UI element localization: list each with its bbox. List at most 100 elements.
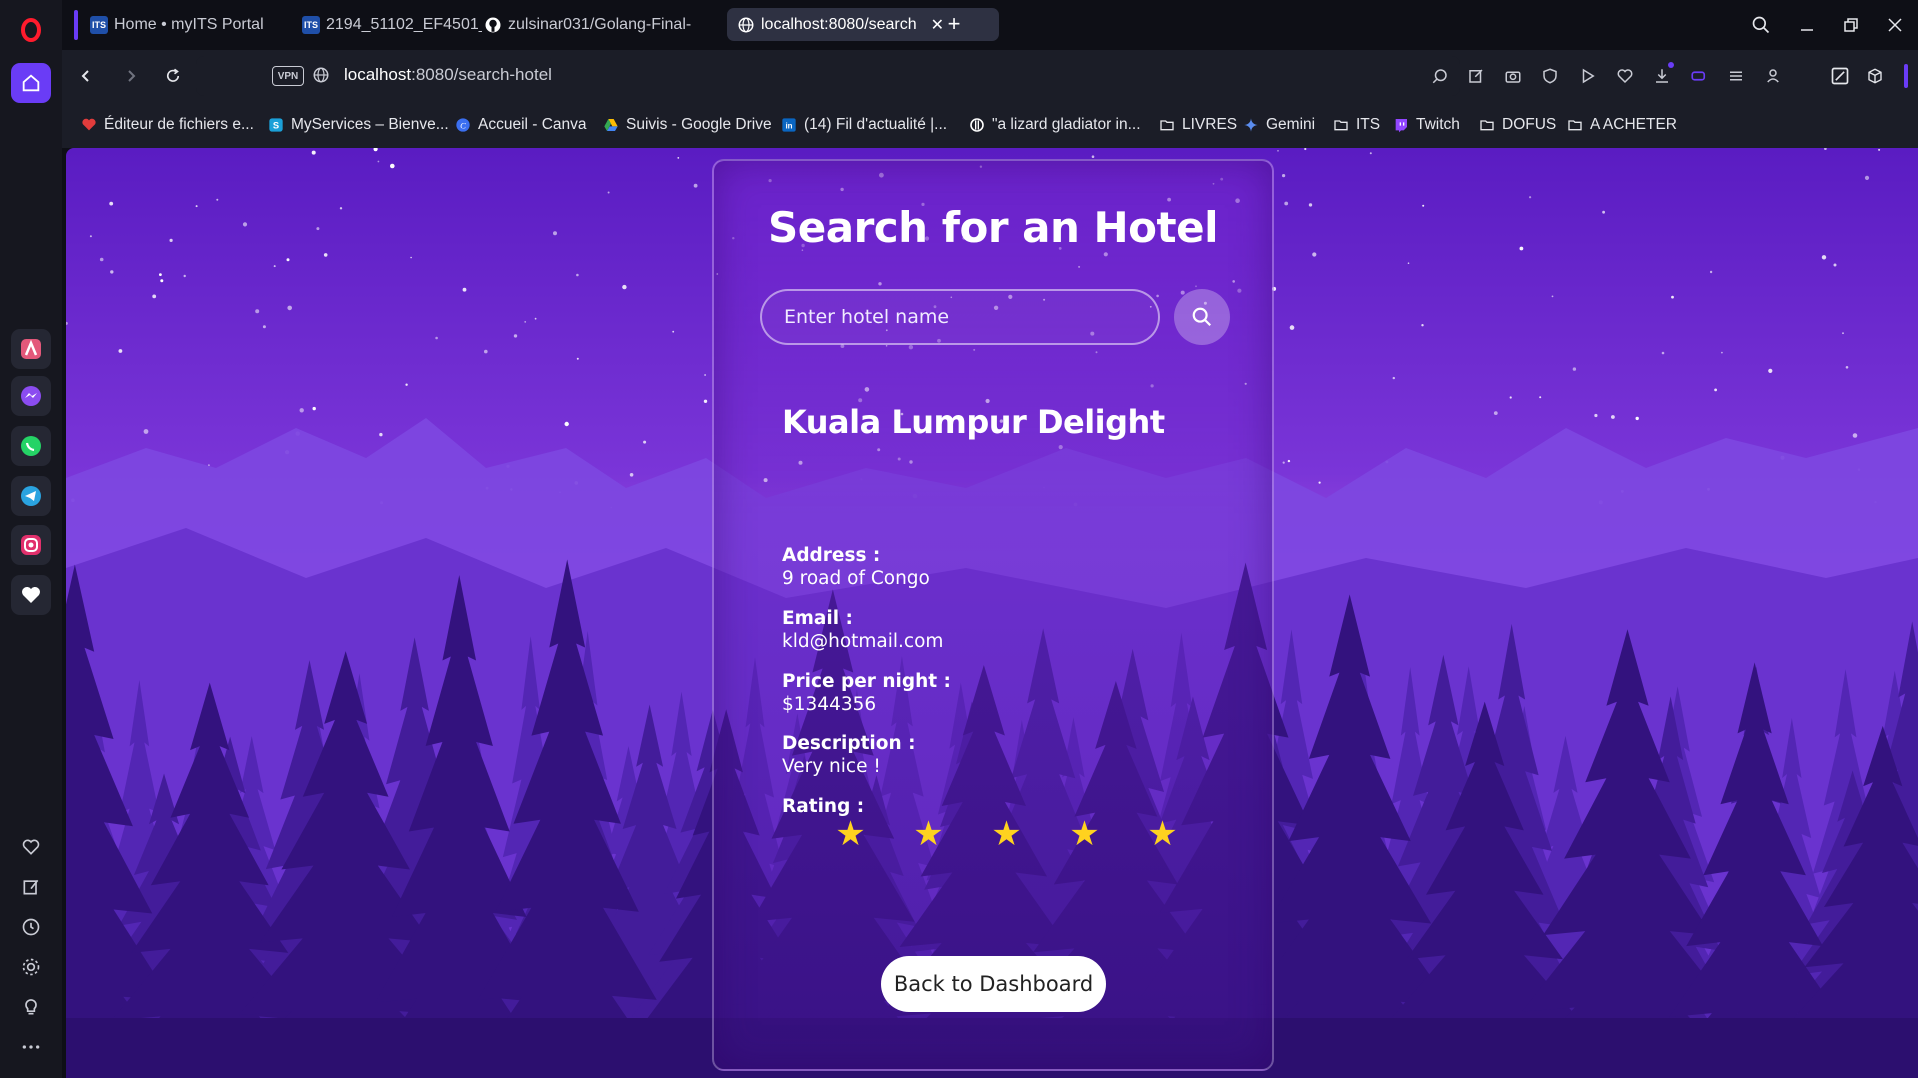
- hotel-search-input[interactable]: [760, 289, 1160, 345]
- search-button[interactable]: [1174, 289, 1230, 345]
- svg-text:C: C: [460, 120, 466, 130]
- bookmark-item[interactable]: DOFUS: [1478, 115, 1556, 135]
- messenger-icon[interactable]: [11, 376, 51, 416]
- whatsapp-icon[interactable]: [11, 426, 51, 466]
- folder-icon: [1332, 116, 1350, 134]
- bookmark-label: DOFUS: [1502, 116, 1557, 133]
- bookmark-label: "a lizard gladiator in...: [992, 116, 1141, 133]
- vk-heart-icon[interactable]: [11, 575, 51, 615]
- bookmark-item[interactable]: Twitch: [1392, 115, 1460, 135]
- star-icon: ★: [1069, 815, 1100, 853]
- vpn-badge[interactable]: VPN: [272, 66, 304, 86]
- profile-icon[interactable]: [1761, 64, 1785, 88]
- tab-course[interactable]: ITS 2194_51102_EF4501_Pemr: [292, 8, 482, 41]
- extensions-cube-icon[interactable]: [1863, 64, 1887, 88]
- gemini-icon: [1242, 116, 1260, 134]
- restore-icon[interactable]: [1836, 10, 1866, 40]
- star-icon: ★: [1147, 815, 1178, 853]
- back-arrow-icon[interactable]: [72, 62, 100, 90]
- canva-icon: C: [454, 116, 472, 134]
- folder-icon: [1566, 116, 1584, 134]
- sidebar-toggle-indicator[interactable]: [1904, 64, 1908, 88]
- favorites-heart-icon[interactable]: [19, 835, 43, 859]
- tab-myits-home[interactable]: ITS Home • myITS Portal: [80, 8, 270, 41]
- bookmark-item[interactable]: Éditeur de fichiers e...: [80, 115, 254, 135]
- url-text[interactable]: localhost:8080/search-hotel: [344, 65, 552, 85]
- page-title: Search for an Hotel: [768, 203, 1219, 252]
- bookmark-item[interactable]: C Accueil - Canva: [454, 115, 587, 135]
- description-label: Description :: [782, 733, 916, 754]
- opera-logo-icon[interactable]: [13, 12, 49, 48]
- tab-search-icon[interactable]: [1746, 10, 1776, 40]
- bookmark-item[interactable]: in (14) Fil d'actualité |...: [780, 115, 947, 135]
- bookmark-label: MyServices – Bienve...: [291, 116, 449, 133]
- bookmark-item[interactable]: Suivis - Google Drive: [602, 115, 772, 135]
- rating-stars: ★ ★ ★ ★ ★: [834, 817, 1179, 851]
- bookmark-item[interactable]: S MyServices – Bienve...: [267, 115, 449, 135]
- edit-icon[interactable]: [1464, 64, 1488, 88]
- description-value: Very nice !: [782, 756, 881, 777]
- search-icon: [1192, 307, 1212, 327]
- bookmark-label: ITS: [1356, 116, 1381, 133]
- bookmark-item[interactable]: Gemini: [1242, 115, 1315, 135]
- bookmark-label: (14) Fil d'actualité |...: [804, 116, 948, 133]
- rating-label: Rating :: [782, 796, 865, 817]
- reload-icon[interactable]: [159, 62, 187, 90]
- bookmark-item[interactable]: ITS: [1332, 115, 1380, 135]
- bookmark-item[interactable]: LIVRES: [1158, 115, 1237, 135]
- home-icon[interactable]: [11, 63, 51, 103]
- heart-icon[interactable]: [1613, 64, 1637, 88]
- battery-saver-icon[interactable]: [1687, 64, 1711, 88]
- shield-icon[interactable]: [1538, 64, 1562, 88]
- camera-icon[interactable]: [1501, 64, 1525, 88]
- lightbulb-icon[interactable]: [19, 995, 43, 1019]
- opera-sidebar: [0, 0, 62, 1078]
- settings-gear-icon[interactable]: [19, 955, 43, 979]
- its-icon: ITS: [302, 15, 320, 34]
- back-to-dashboard-button[interactable]: Back to Dashboard: [881, 956, 1106, 1012]
- history-clock-icon[interactable]: [19, 915, 43, 939]
- linkedin-icon: in: [780, 116, 798, 134]
- bookmarks-bar: Éditeur de fichiers e... S MyServices – B…: [62, 102, 1918, 148]
- minimize-icon[interactable]: [1792, 10, 1822, 40]
- bookmark-item[interactable]: A ACHETER: [1566, 115, 1677, 135]
- its-icon: ITS: [90, 15, 108, 34]
- play-icon[interactable]: [1576, 64, 1600, 88]
- bookmark-label: Gemini: [1266, 116, 1316, 133]
- star-icon: ★: [835, 815, 866, 853]
- pinboard-icon[interactable]: [19, 875, 43, 899]
- globe-icon: [737, 16, 755, 34]
- drive-icon: [602, 116, 620, 134]
- address-label: Address :: [782, 545, 881, 566]
- more-dots-icon[interactable]: [19, 1035, 43, 1059]
- price-value: $1344356: [782, 694, 877, 715]
- forward-arrow-icon[interactable]: [117, 62, 145, 90]
- star-icon: ★: [991, 815, 1022, 853]
- bookmark-label: Twitch: [1416, 116, 1460, 133]
- folder-icon: [1478, 116, 1496, 134]
- github-icon: [484, 16, 502, 34]
- bookmark-label: A ACHETER: [1590, 116, 1677, 133]
- browser-window: ITS Home • myITS Portal ITS 2194_51102_E…: [0, 0, 1918, 1078]
- hotel-name: Kuala Lumpur Delight: [782, 403, 1165, 441]
- search-card: Search for an Hotel Kuala Lumpur Delight…: [712, 159, 1274, 1071]
- bookmark-item[interactable]: "a lizard gladiator in...: [968, 115, 1141, 135]
- tab-label: Home • myITS Portal: [114, 15, 264, 33]
- site-info-globe-icon[interactable]: [312, 66, 330, 89]
- folder-icon: [1158, 116, 1176, 134]
- email-value: kld@hotmail.com: [782, 631, 944, 652]
- search-in-page-icon[interactable]: [1428, 64, 1452, 88]
- snapshot-icon[interactable]: [1828, 64, 1852, 88]
- bookmark-label: Éditeur de fichiers e...: [104, 116, 254, 133]
- telegram-icon[interactable]: [11, 476, 51, 516]
- download-icon[interactable]: [1650, 62, 1674, 88]
- bookmark-label: LIVRES: [1182, 116, 1238, 133]
- tab-island-marker: [74, 10, 78, 40]
- new-tab-plus-icon[interactable]: +: [942, 11, 966, 36]
- email-label: Email :: [782, 608, 853, 629]
- instagram-icon[interactable]: [11, 525, 51, 565]
- openai-icon: [968, 116, 986, 134]
- aria-icon[interactable]: [11, 329, 51, 369]
- easy-setup-icon[interactable]: [1724, 64, 1748, 88]
- close-window-icon[interactable]: [1880, 10, 1910, 40]
